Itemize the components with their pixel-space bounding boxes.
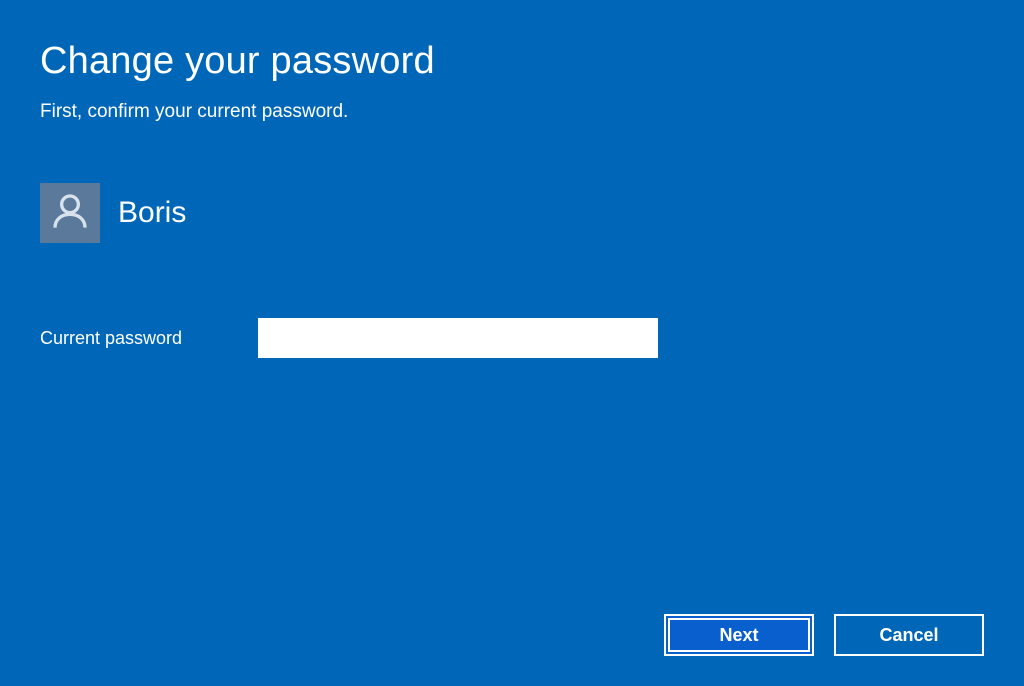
username: Boris	[118, 196, 186, 230]
user-icon	[50, 191, 90, 236]
current-password-input[interactable]	[258, 318, 658, 358]
next-button[interactable]: Next	[664, 614, 814, 656]
current-password-label: Current password	[40, 328, 200, 349]
main-content: Change your password First, confirm your…	[0, 0, 1024, 358]
button-row: Next Cancel	[664, 614, 984, 656]
cancel-button[interactable]: Cancel	[834, 614, 984, 656]
subtitle: First, confirm your current password.	[40, 101, 984, 123]
avatar	[40, 183, 100, 243]
page-title: Change your password	[40, 40, 984, 83]
password-field-row: Current password	[40, 318, 984, 358]
user-row: Boris	[40, 183, 984, 243]
